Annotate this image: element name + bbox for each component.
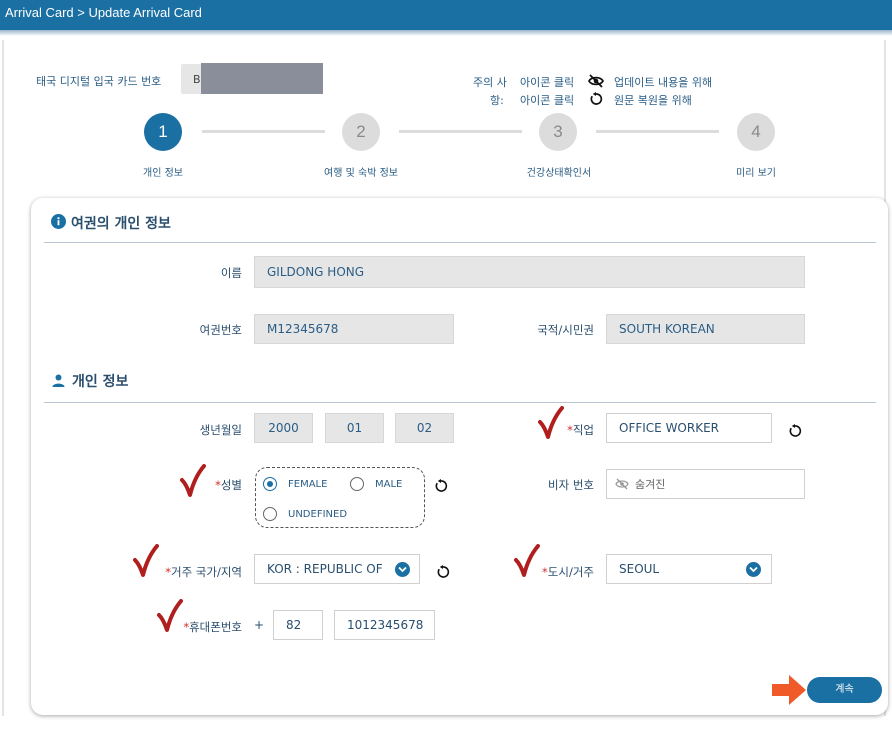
phone-number-input[interactable]: 1012345678: [334, 610, 435, 640]
nationality-field: SOUTH KOREAN: [606, 314, 805, 344]
step-2-label: 여행 및 숙박 정보: [324, 168, 398, 179]
note-line1-prefix: 아이콘 클릭: [520, 76, 575, 89]
gender-label-text: 성별: [220, 478, 242, 492]
top-bar-shadow: [0, 30, 892, 36]
phone-country-code-input[interactable]: 82: [273, 610, 323, 640]
phone-label-text: 휴대폰번호: [189, 620, 242, 634]
step-4-label: 미리 보기: [736, 168, 776, 179]
note-line1-suffix: 업데이트 내용을 위해: [614, 76, 713, 89]
residence-country-value: KOR : REPUBLIC OF: [267, 562, 383, 576]
chevron-down-icon[interactable]: [395, 562, 410, 577]
breadcrumb: Arrival Card > Update Arrival Card: [5, 5, 202, 20]
occupation-input[interactable]: OFFICE WORKER: [606, 413, 772, 443]
visa-number-field[interactable]: 숨겨진: [606, 469, 805, 499]
gender-radio-male[interactable]: [350, 477, 364, 491]
residence-country-label-text: 거주 국가/지역: [170, 565, 242, 579]
step-2-circle[interactable]: 2: [342, 113, 380, 151]
eye-off-icon[interactable]: [615, 478, 629, 490]
eye-off-icon: [587, 73, 605, 92]
step-1-circle[interactable]: 1: [144, 113, 182, 151]
note-line2-suffix: 원문 복원을 위해: [614, 94, 692, 107]
residence-restore-icon[interactable]: [436, 564, 450, 578]
arrow-right-icon: [771, 673, 807, 711]
passport-section-title: 여권의 개인 정보: [71, 216, 171, 232]
card-number-redaction: [201, 63, 323, 94]
phone-plus-sign: +: [254, 618, 265, 632]
continue-button[interactable]: 계속: [807, 677, 882, 703]
gender-radio-female[interactable]: [263, 477, 277, 491]
occupation-label: *직업: [540, 422, 594, 438]
residence-country-label: *거주 국가/지역: [150, 564, 242, 580]
step-3-label: 건강상태확인서: [526, 168, 592, 179]
restore-icon: [589, 91, 603, 110]
passport-number-field: M12345678: [254, 314, 454, 344]
note-label-line2: 항:: [490, 94, 504, 107]
person-icon: [52, 372, 65, 391]
city-label: *도시/거주: [520, 564, 594, 580]
occupation-restore-icon[interactable]: [788, 423, 802, 437]
note-line2-prefix: 아이콘 클릭: [520, 94, 575, 107]
gender-option-female[interactable]: FEMALE: [288, 479, 327, 490]
gender-radio-undefined[interactable]: [263, 507, 277, 521]
visa-number-value: 숨겨진: [635, 478, 666, 491]
personal-section-title: 개인 정보: [72, 374, 129, 390]
name-field: GILDONG HONG: [254, 256, 805, 288]
gender-label: *성별: [190, 477, 242, 493]
dob-year-field: 2000: [254, 413, 313, 443]
step-1-label: 개인 정보: [143, 168, 183, 179]
city-label-text: 도시/거주: [547, 565, 594, 579]
step-3-circle[interactable]: 3: [539, 113, 577, 151]
city-value: SEOUL: [619, 562, 660, 576]
step-connector-3: [596, 130, 719, 133]
dob-month-field: 01: [325, 413, 384, 443]
info-icon: [51, 214, 66, 233]
step-connector-2: [399, 130, 522, 133]
phone-label: *휴대폰번호: [160, 619, 242, 635]
passport-section-divider: [44, 242, 876, 243]
passport-number-label: 여권번호: [199, 323, 242, 337]
name-label: 이름: [220, 266, 242, 280]
note-label-line1: 주의 사: [473, 76, 507, 89]
occupation-label-text: 직업: [572, 423, 594, 437]
gender-option-undefined[interactable]: UNDEFINED: [288, 509, 347, 520]
gender-option-male[interactable]: MALE: [375, 479, 402, 490]
page-left-border: [2, 40, 4, 716]
personal-section-divider: [44, 402, 876, 403]
visa-number-label: 비자 번호: [548, 478, 594, 492]
step-connector-1: [202, 130, 325, 133]
card-number-label: 태국 디지털 입국 카드 번호: [36, 75, 162, 88]
dob-day-field: 02: [395, 413, 454, 443]
card-number-prefix: B: [193, 73, 201, 86]
chevron-down-icon[interactable]: [746, 562, 761, 577]
step-4-circle[interactable]: 4: [737, 113, 775, 151]
gender-restore-icon[interactable]: [434, 478, 448, 492]
nationality-label: 국적/시민권: [537, 323, 594, 337]
dob-label: 생년월일: [199, 423, 242, 437]
